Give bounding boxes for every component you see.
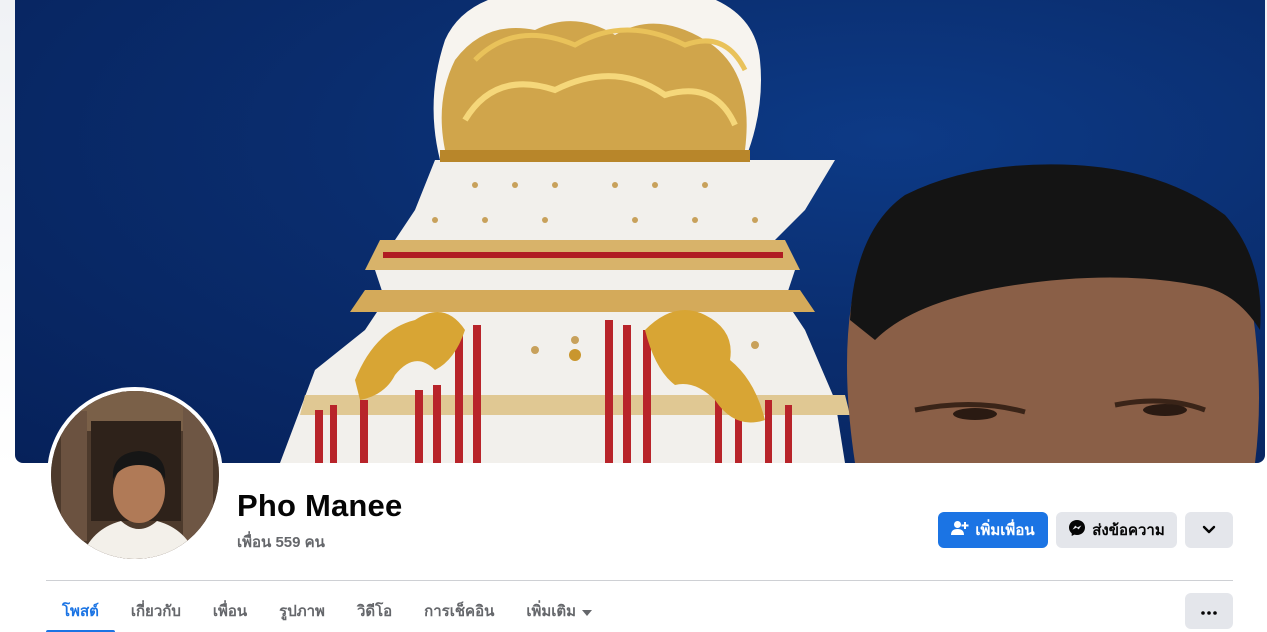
tab-about[interactable]: เกี่ยวกับ (115, 590, 197, 632)
tab-checkins[interactable]: การเช็คอิน (408, 590, 510, 632)
tab-label: เพื่อน (212, 603, 248, 620)
profile-avatar[interactable] (47, 387, 223, 563)
tab-photos[interactable]: รูปภาพ (263, 590, 341, 632)
caret-down-icon (582, 603, 593, 620)
profile-more-button[interactable] (1185, 512, 1233, 548)
tab-options-button[interactable] (1185, 593, 1233, 629)
message-button[interactable]: ส่งข้อความ (1056, 512, 1177, 548)
profile-page: Pho Manee เพื่อน 559 คน เพิ่มเพื่อน ส่งข… (0, 0, 1267, 632)
tab-label: การเช็คอิน (424, 603, 495, 620)
message-label: ส่งข้อความ (1092, 522, 1165, 539)
add-friend-button[interactable]: เพิ่มเพื่อน (938, 512, 1048, 548)
tab-more[interactable]: เพิ่มเติม (510, 590, 608, 632)
friends-count[interactable]: เพื่อน 559 คน (237, 530, 325, 554)
tab-label: วิดีโอ (356, 603, 393, 620)
add-friend-icon (951, 520, 969, 540)
add-friend-label: เพิ่มเพื่อน (975, 522, 1035, 539)
tab-label: เพิ่มเติม (526, 603, 577, 620)
tab-label: โพสต์ (62, 603, 99, 620)
tab-videos[interactable]: วิดีโอ (341, 590, 408, 632)
profile-tabs: โพสต์ เกี่ยวกับ เพื่อน รูปภาพ วิดีโอ การ… (46, 590, 608, 632)
messenger-icon (1068, 519, 1086, 541)
tab-label: รูปภาพ (279, 603, 325, 620)
ellipsis-icon (1201, 602, 1217, 620)
avatar-photo (51, 391, 219, 559)
tab-label: เกี่ยวกับ (130, 603, 181, 620)
chevron-down-icon (1202, 522, 1216, 539)
tab-posts[interactable]: โพสต์ (46, 590, 115, 632)
header-divider (46, 580, 1233, 581)
tab-friends[interactable]: เพื่อน (197, 590, 263, 632)
profile-name: Pho Manee (237, 488, 403, 523)
